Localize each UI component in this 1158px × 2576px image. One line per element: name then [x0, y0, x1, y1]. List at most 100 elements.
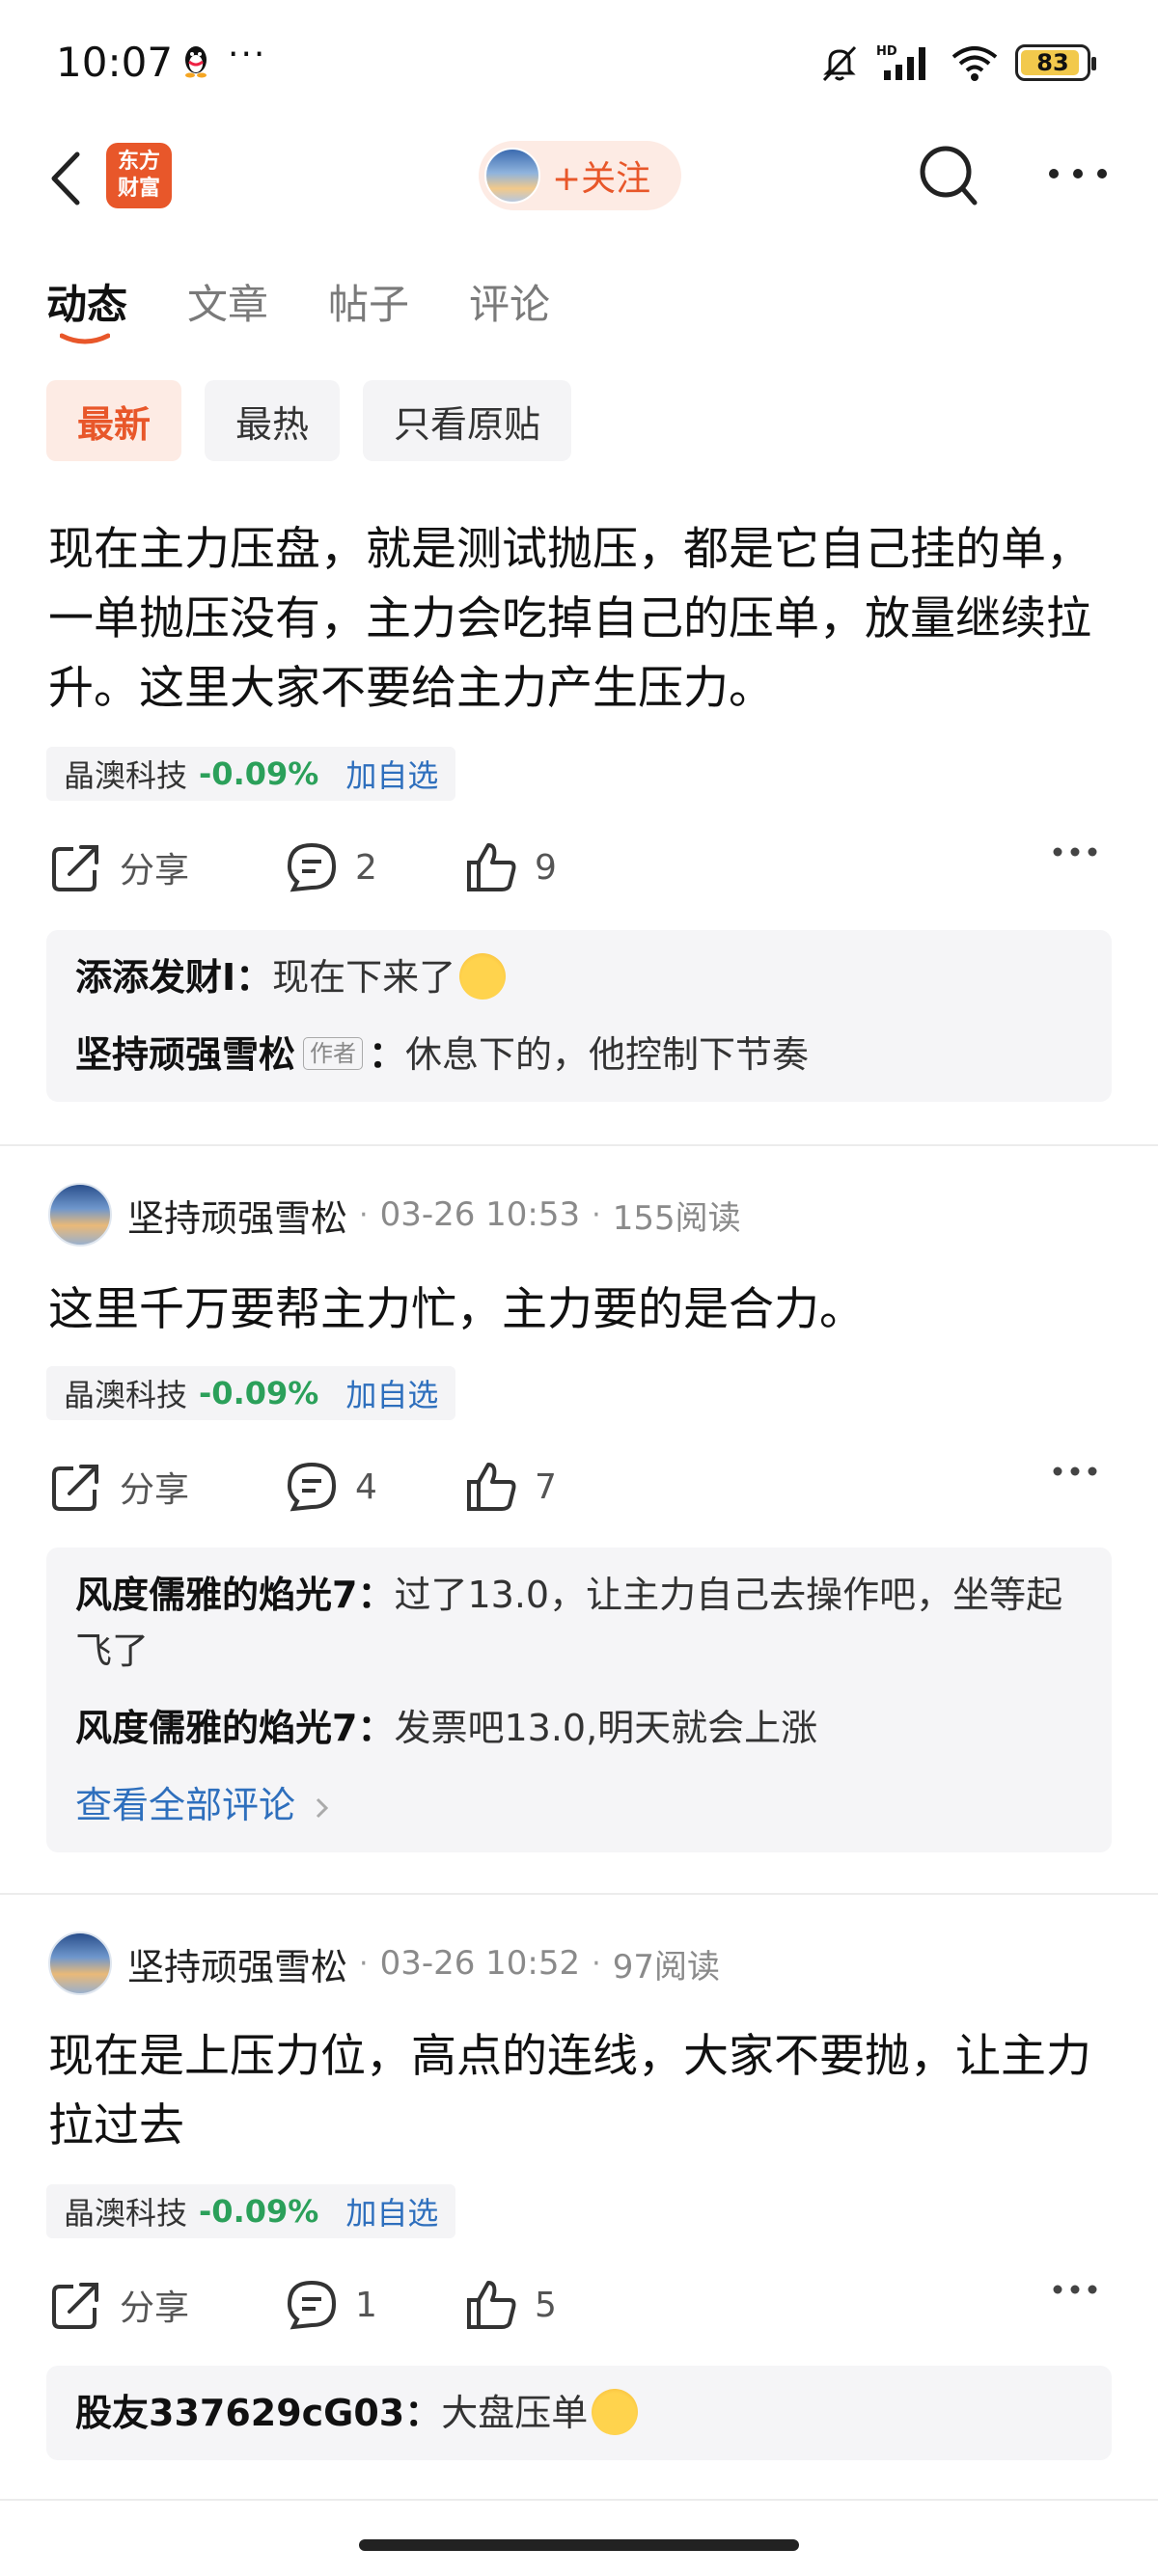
search-icon[interactable]	[915, 139, 982, 212]
logo-line2: 财富	[117, 177, 160, 201]
comment-item: 股友337629cG03：大盘压单	[75, 2385, 1083, 2441]
tab-dynamic[interactable]: 动态	[46, 272, 128, 344]
comment-button[interactable]: 4	[284, 1459, 377, 1515]
comment-button[interactable]: 1	[284, 2277, 377, 2333]
like-button[interactable]: 7	[463, 1459, 557, 1515]
filter-latest[interactable]: 最新	[46, 380, 182, 461]
status-icons: HD 83	[818, 39, 1096, 87]
divider	[0, 2499, 1158, 2501]
divider	[0, 1893, 1158, 1895]
view-all-comments-link[interactable]: 查看全部评论	[75, 1777, 1083, 1833]
comment-item: 风度儒雅的焰光7：发票吧13.0,明天就会上涨	[75, 1707, 818, 1749]
comment-user[interactable]: 股友337629cG03	[75, 2392, 404, 2434]
qq-penguin-icon	[185, 46, 207, 78]
comment-count: 4	[355, 1466, 377, 1507]
share-label: 分享	[120, 851, 190, 891]
tab-label: 评论	[469, 281, 551, 328]
post-time: 03-26 10:52	[379, 1944, 581, 1983]
add-to-watchlist-button[interactable]: 加自选	[345, 752, 438, 796]
post-text: 这里千万要帮主力忙，主力要的是合力。	[48, 1283, 865, 1336]
share-icon	[52, 2283, 98, 2329]
comment-preview[interactable]: 添添发财I：现在下来了 坚持顽强雪松 作者 ：休息下的，他控制下节奏	[46, 930, 1112, 1102]
comment-user[interactable]: 添添发财I	[75, 956, 235, 999]
share-button[interactable]: 分享	[48, 839, 189, 895]
thumbs-up-icon	[467, 2281, 516, 2329]
more-options-icon[interactable]	[1044, 154, 1112, 193]
post-actions: 分享 2 9	[48, 839, 1110, 897]
comment-icon	[287, 1462, 337, 1512]
filter-hottest[interactable]: 最热	[205, 380, 341, 461]
tab-label: 帖子	[328, 281, 410, 328]
stock-change: -0.09%	[199, 2193, 319, 2230]
share-icon	[52, 1465, 98, 1511]
tab-label: 文章	[187, 281, 269, 328]
logo-line1: 东方	[117, 150, 160, 174]
like-button[interactable]: 9	[463, 839, 557, 895]
post-actions: 分享 1 5	[48, 2277, 1110, 2335]
share-label: 分享	[120, 2288, 190, 2328]
share-label: 分享	[120, 1470, 190, 1510]
divider	[0, 1144, 1158, 1146]
post-more-icon[interactable]	[1052, 2283, 1098, 2296]
share-button[interactable]: 分享	[48, 2277, 189, 2333]
like-count: 9	[535, 847, 557, 888]
comment-preview[interactable]: 风度儒雅的焰光7：过了13.0，让主力自己去操作吧，坐等起飞了 风度儒雅的焰光7…	[46, 1548, 1112, 1852]
tab-label: 动态	[46, 281, 128, 328]
more-notifications-icon: ···	[228, 35, 267, 74]
share-button[interactable]: 分享	[48, 1459, 189, 1515]
crying-emoji-icon	[459, 953, 507, 1000]
comment-count: 1	[355, 2285, 377, 2325]
add-to-watchlist-button[interactable]: 加自选	[345, 1371, 438, 1415]
home-indicator[interactable]	[359, 2539, 799, 2551]
comment-preview[interactable]: 股友337629cG03：大盘压单	[46, 2366, 1112, 2460]
tab-articles[interactable]: 文章	[187, 272, 268, 331]
stock-tag[interactable]: 晶澳科技 -0.09% 加自选	[46, 747, 456, 801]
like-count: 7	[535, 1466, 557, 1507]
tab-posts[interactable]: 帖子	[328, 272, 409, 331]
svg-text:HD: HD	[876, 44, 897, 59]
comment-user[interactable]: 风度儒雅的焰光7	[75, 1574, 357, 1616]
comment-button[interactable]: 2	[284, 839, 377, 895]
like-count: 5	[535, 2285, 557, 2325]
comment-text: 现在下来了	[272, 956, 456, 999]
post-actions: 分享 4 7	[48, 1459, 1110, 1517]
comment-text: 大盘压单	[441, 2392, 589, 2434]
read-count: 155阅读	[612, 1198, 741, 1238]
avatar[interactable]	[48, 1183, 112, 1247]
stock-tag[interactable]: 晶澳科技 -0.09% 加自选	[46, 2184, 456, 2238]
signal-hd-icon: HD	[876, 44, 925, 80]
stock-tag[interactable]: 晶澳科技 -0.09% 加自选	[46, 1366, 456, 1420]
post-more-icon[interactable]	[1052, 1465, 1098, 1478]
post-meta: 坚持顽强雪松 · 03-26 10:53 · 155阅读	[48, 1183, 741, 1247]
tab-comments[interactable]: 评论	[469, 272, 550, 331]
wifi-icon	[951, 46, 998, 81]
mute-bell-icon	[822, 45, 857, 82]
battery-level: 83	[1036, 49, 1069, 76]
post-text: 现在是上压力位，高点的连线，大家不要抛，让主力拉过去	[48, 2030, 1091, 2152]
stock-name: 晶澳科技	[64, 2195, 188, 2232]
chevron-right-icon	[317, 1797, 329, 1819]
filter-original-only[interactable]: 只看原贴	[363, 380, 572, 461]
battery-icon: 83	[1015, 44, 1096, 81]
comment-user[interactable]: 风度儒雅的焰光7	[75, 1707, 357, 1749]
post-more-icon[interactable]	[1052, 845, 1098, 859]
read-count: 97阅读	[612, 1947, 720, 1987]
comment-item: 坚持顽强雪松 作者 ：休息下的，他控制下节奏	[75, 1033, 810, 1076]
comment-user[interactable]: 坚持顽强雪松	[75, 1033, 295, 1076]
like-button[interactable]: 5	[463, 2277, 557, 2333]
stock-name: 晶澳科技	[64, 757, 188, 794]
author-name[interactable]: 坚持顽强雪松	[127, 1189, 347, 1242]
grin-emoji-icon	[592, 2389, 639, 2435]
author-name[interactable]: 坚持顽强雪松	[127, 1937, 347, 1990]
add-to-watchlist-button[interactable]: 加自选	[345, 2189, 438, 2233]
post-text: 现在主力压盘，就是测试抛压，都是它自己挂的单，一单抛压没有，主力会吃掉自己的压单…	[48, 523, 1091, 715]
follow-label: +关注	[552, 159, 651, 199]
app-logo[interactable]: 东方 财富	[106, 143, 172, 208]
view-all-label: 查看全部评论	[75, 1784, 296, 1826]
comment-icon	[287, 2280, 337, 2330]
back-arrow-icon[interactable]	[42, 147, 91, 210]
comment-icon	[287, 842, 337, 892]
follow-button[interactable]: +关注	[479, 141, 681, 210]
avatar[interactable]	[48, 1932, 112, 1995]
post-time: 03-26 10:53	[379, 1195, 581, 1234]
